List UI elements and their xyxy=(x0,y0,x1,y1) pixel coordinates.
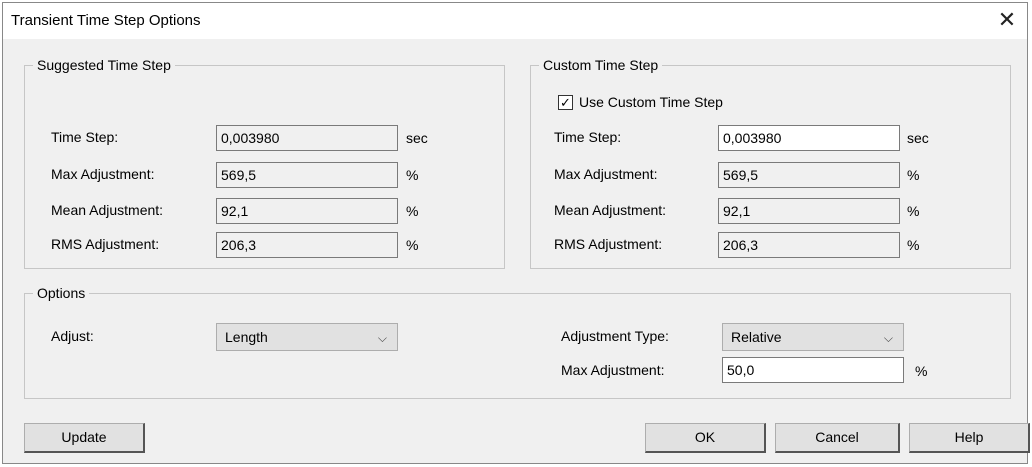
chevron-down-icon: ⌵ xyxy=(377,331,387,345)
suggested-mean-adjustment-label: Mean Adjustment: xyxy=(51,202,164,218)
custom-group-legend: Custom Time Step xyxy=(543,57,659,73)
custom-max-adjustment-field: 569,5 xyxy=(718,162,900,188)
custom-time-step-field[interactable]: 0,003980 xyxy=(718,125,900,151)
use-custom-time-step-label[interactable]: Use Custom Time Step xyxy=(579,94,723,110)
custom-max-adjustment-label: Max Adjustment: xyxy=(554,166,658,182)
suggested-rms-adjustment-field: 206,3 xyxy=(216,232,398,258)
use-custom-time-step-checkbox[interactable]: ✓ xyxy=(558,95,573,110)
custom-rms-adjustment-field: 206,3 xyxy=(718,232,900,258)
suggested-rms-adjustment-label: RMS Adjustment: xyxy=(51,236,160,252)
adjustment-type-dropdown-value: Relative xyxy=(731,329,782,345)
custom-mean-adjustment-unit: % xyxy=(907,203,920,219)
custom-rms-adjustment-unit: % xyxy=(907,237,920,253)
suggested-time-step-label: Time Step: xyxy=(51,129,119,145)
help-button[interactable]: Help xyxy=(909,423,1030,453)
cancel-button[interactable]: Cancel xyxy=(775,423,900,453)
custom-rms-adjustment-label: RMS Adjustment: xyxy=(554,236,663,252)
close-icon[interactable]: ✕ xyxy=(995,7,1019,33)
window-title: Transient Time Step Options xyxy=(11,12,201,29)
suggested-time-step-unit: sec xyxy=(406,130,428,146)
suggested-time-step-field: 0,003980 xyxy=(216,125,398,151)
chevron-down-icon: ⌵ xyxy=(883,331,893,345)
custom-time-step-unit: sec xyxy=(907,130,929,146)
ok-button[interactable]: OK xyxy=(645,423,766,453)
adjust-dropdown-value: Length xyxy=(225,329,268,345)
custom-max-adjustment-unit: % xyxy=(907,167,920,183)
suggested-rms-adjustment-unit: % xyxy=(406,237,419,253)
adjustment-type-dropdown[interactable]: Relative ⌵ xyxy=(722,323,904,351)
options-max-adjustment-field[interactable]: 50,0 xyxy=(722,357,904,383)
suggested-max-adjustment-label: Max Adjustment: xyxy=(51,166,155,182)
custom-mean-adjustment-label: Mean Adjustment: xyxy=(554,202,667,218)
options-group-legend: Options xyxy=(37,285,86,301)
custom-time-step-label: Time Step: xyxy=(554,129,622,145)
suggested-max-adjustment-unit: % xyxy=(406,167,419,183)
options-max-adjustment-unit: % xyxy=(915,363,928,379)
suggested-mean-adjustment-field: 92,1 xyxy=(216,198,398,224)
update-button[interactable]: Update xyxy=(24,423,145,453)
suggested-max-adjustment-field: 569,5 xyxy=(216,162,398,188)
custom-mean-adjustment-field: 92,1 xyxy=(718,198,900,224)
suggested-mean-adjustment-unit: % xyxy=(406,203,419,219)
transient-time-step-dialog: Transient Time Step Options ✕ Suggested … xyxy=(2,2,1030,464)
options-max-adjustment-label: Max Adjustment: xyxy=(561,362,665,378)
adjust-label: Adjust: xyxy=(51,328,94,344)
suggested-group-legend: Suggested Time Step xyxy=(37,57,171,73)
title-bar: Transient Time Step Options ✕ xyxy=(3,3,1027,39)
adjust-dropdown[interactable]: Length ⌵ xyxy=(216,323,398,351)
adjustment-type-label: Adjustment Type: xyxy=(561,328,669,344)
